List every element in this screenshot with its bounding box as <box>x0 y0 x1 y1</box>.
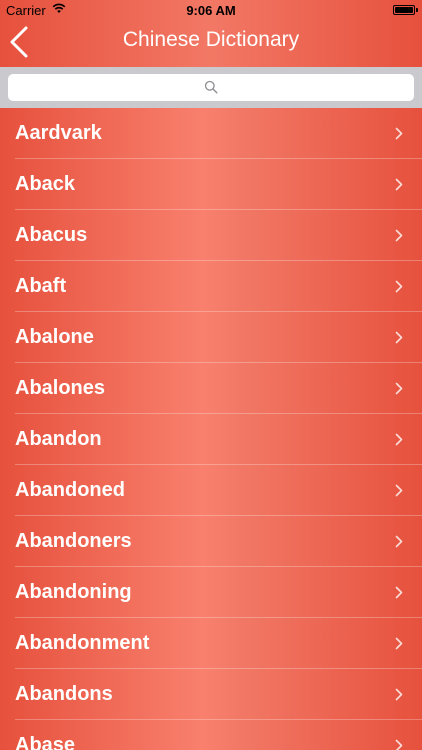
list-item[interactable]: Aback <box>0 159 422 210</box>
chevron-right-icon <box>395 535 403 548</box>
list-item-label: Abandoners <box>15 530 132 552</box>
chevron-right-icon <box>395 280 403 293</box>
list-item-label: Abandoning <box>15 581 132 603</box>
list-item[interactable]: Abalones <box>0 363 422 414</box>
battery-icon <box>393 5 418 15</box>
chevron-right-icon <box>395 484 403 497</box>
list-item[interactable]: Abalone <box>0 312 422 363</box>
list-item[interactable]: Abandonment <box>0 618 422 669</box>
list-item-label: Abacus <box>15 224 88 246</box>
chevron-right-icon <box>395 739 403 750</box>
list-item-label: Aardvark <box>15 122 102 144</box>
list-item-label: Abandoned <box>15 479 125 501</box>
list-item-label: Abalone <box>15 326 94 348</box>
chevron-right-icon <box>395 127 403 140</box>
chevron-right-icon <box>395 637 403 650</box>
list-item-label: Abase <box>15 734 76 750</box>
page-title: Chinese Dictionary <box>122 28 300 51</box>
search-bar <box>0 67 422 108</box>
top-bar: Carrier 9:06 AM Chinese Dictionary <box>0 0 422 68</box>
list-item[interactable]: Abandon <box>0 414 422 465</box>
list-item[interactable]: Abandoned <box>0 465 422 516</box>
list-item[interactable]: Abandoning <box>0 567 422 618</box>
chevron-right-icon <box>395 688 403 701</box>
chevron-right-icon <box>395 178 403 191</box>
search-input[interactable] <box>8 74 414 101</box>
list-item-label: Abalones <box>15 377 106 399</box>
list-item[interactable]: Abacus <box>0 210 422 261</box>
list-item[interactable]: Abandons <box>0 669 422 720</box>
list-item-label: Abaft <box>15 275 67 297</box>
navigation-bar: Chinese Dictionary <box>0 20 422 67</box>
status-bar: Carrier 9:06 AM <box>0 0 422 20</box>
chevron-right-icon <box>395 382 403 395</box>
list-item[interactable]: Abase <box>0 720 422 750</box>
list-item[interactable]: Abaft <box>0 261 422 312</box>
list-item-label: Aback <box>15 173 76 195</box>
list-item-label: Abandons <box>15 683 113 705</box>
list-item[interactable]: Abandoners <box>0 516 422 567</box>
word-list: Aardvark Aback Abacus Abaft Abalone Abalones A… <box>0 108 422 750</box>
chevron-right-icon <box>395 433 403 446</box>
status-time: 9:06 AM <box>186 3 236 18</box>
list-item[interactable]: Aardvark <box>0 108 422 159</box>
search-icon <box>204 80 218 94</box>
chevron-right-icon <box>395 331 403 344</box>
list-item-label: Abandonment <box>15 632 150 654</box>
list-item-label: Abandon <box>15 428 102 450</box>
chevron-right-icon <box>395 586 403 599</box>
chevron-right-icon <box>395 229 403 242</box>
